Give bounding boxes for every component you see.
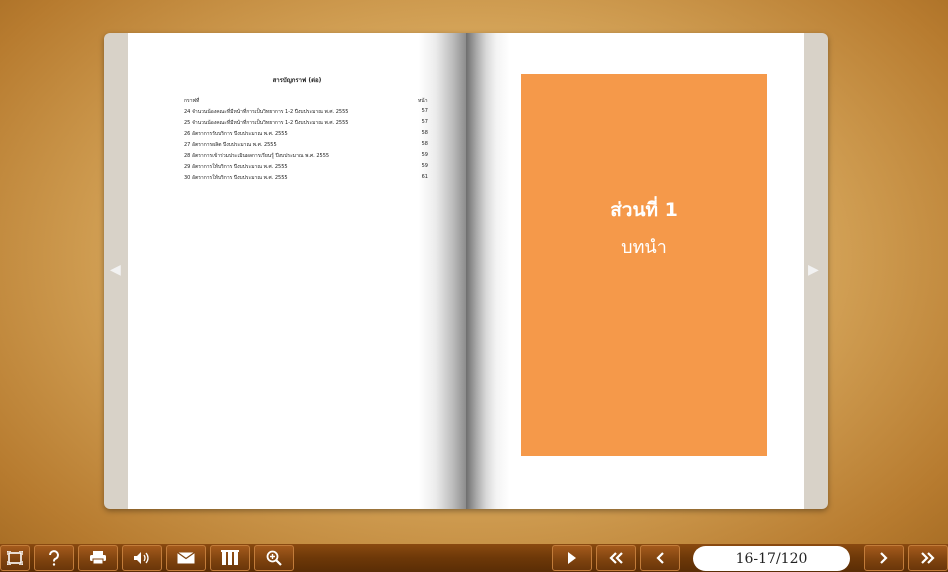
toc-row: 28 อัตราการเข้าร่วมประเมินผลการเรียนรู้ … <box>184 152 428 159</box>
help-button[interactable] <box>34 545 74 571</box>
toc-row: 29 อัตราการให้บริการ ปีงบประมาณ พ.ศ. 255… <box>184 163 428 170</box>
play-icon <box>568 552 576 564</box>
autoplay-button[interactable] <box>552 545 592 571</box>
toc-header-figure: กราฟที่ <box>184 98 200 104</box>
toc-header-page: หน้า <box>418 98 428 104</box>
first-page-button[interactable] <box>596 545 636 571</box>
zoom-in-icon <box>266 550 282 566</box>
previous-page-button[interactable] <box>640 545 680 571</box>
chevron-right-icon <box>880 552 888 564</box>
next-page-arrow-icon[interactable]: ▶ <box>808 262 819 278</box>
toc-row: 27 อัตราการผลิต ปีงบประมาณ พ.ศ. 2555 58 <box>184 141 428 148</box>
print-button[interactable] <box>78 545 118 571</box>
section-title: ส่วนที่ 1 <box>610 199 678 221</box>
page-number-input[interactable]: 16-17/120 <box>693 546 850 571</box>
printer-icon <box>90 551 106 565</box>
toc-title: สารบัญกราฟ (ต่อ) <box>272 77 322 84</box>
toc-row: 26 อัตราการรับบริการ ปีงบประมาณ พ.ศ. 255… <box>184 130 428 137</box>
fullscreen-button[interactable] <box>0 545 30 571</box>
section-subtitle: บทนำ <box>621 237 667 258</box>
fullscreen-icon <box>7 551 23 565</box>
toc-row: 25 จำนวนน้องคณะที่มีหน้าที่การเป็นวิทยาก… <box>184 119 428 126</box>
prev-page-arrow-icon[interactable]: ◀ <box>110 262 121 278</box>
toc-row: 24 จำนวนน้องคณะที่มีหน้าที่การเป็นวิทยาก… <box>184 108 428 115</box>
chevron-left-icon <box>656 552 664 564</box>
double-chevron-left-icon <box>609 552 623 564</box>
zoom-button[interactable] <box>254 545 294 571</box>
question-mark-icon <box>49 550 59 566</box>
next-page-button[interactable] <box>864 545 904 571</box>
envelope-icon <box>177 552 195 564</box>
thumbnails-button[interactable] <box>210 545 250 571</box>
last-page-button[interactable] <box>908 545 948 571</box>
sound-button[interactable] <box>122 545 162 571</box>
section-cover-block <box>521 74 767 456</box>
email-button[interactable] <box>166 545 206 571</box>
left-page[interactable] <box>128 33 466 509</box>
toc-row: 30 อัตราการให้บริการ ปีงบประมาณ พ.ศ. 255… <box>184 174 428 181</box>
thumbnails-icon <box>221 550 239 565</box>
speaker-icon <box>134 552 149 564</box>
double-chevron-right-icon <box>921 552 935 564</box>
